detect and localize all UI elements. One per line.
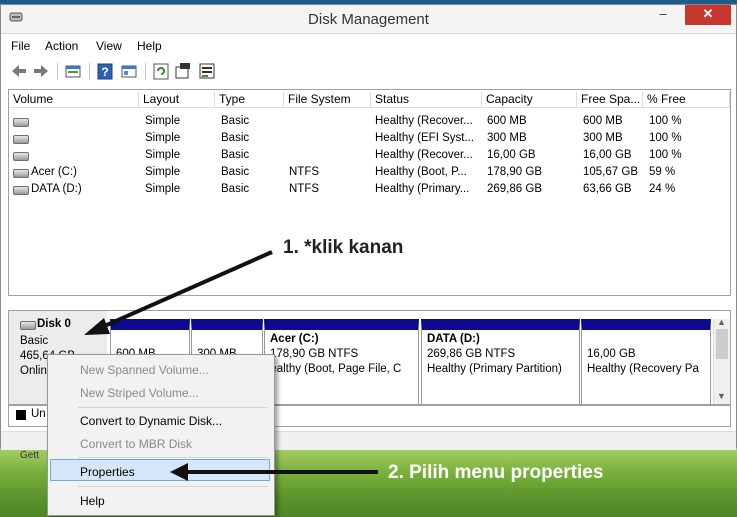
arrow-to-disk-0 (84, 250, 273, 335)
annotation-step-1: 1. *klik kanan (283, 237, 404, 258)
arrow-to-properties (170, 463, 378, 481)
annotation-step-2: 2. Pilih menu properties (388, 462, 604, 483)
